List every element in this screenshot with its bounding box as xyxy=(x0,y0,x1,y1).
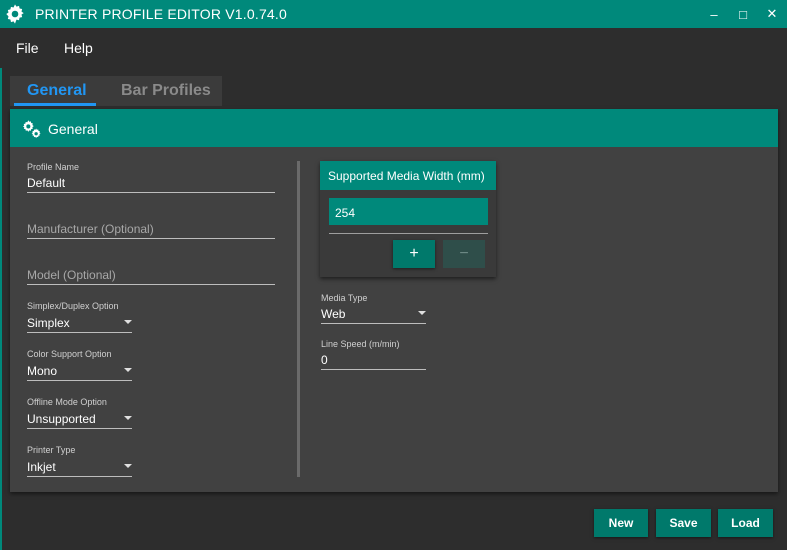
save-button[interactable]: Save xyxy=(656,509,711,537)
close-button[interactable]: ✕ xyxy=(757,0,787,28)
chevron-down-icon[interactable] xyxy=(124,464,132,468)
color-support-label: Color Support Option xyxy=(27,349,112,359)
tab-selected-indicator xyxy=(14,103,96,106)
chevron-down-icon[interactable] xyxy=(124,368,132,372)
profile-name-underline xyxy=(27,192,275,193)
general-card-title: General xyxy=(48,121,98,137)
line-speed-label: Line Speed (m/min) xyxy=(321,339,400,349)
printer-type-select[interactable]: Inkjet xyxy=(27,460,56,474)
window-title: PRINTER PROFILE EDITOR V1.0.74.0 xyxy=(35,6,287,22)
gear-icon xyxy=(6,4,24,24)
profile-name-input[interactable]: Default xyxy=(27,176,65,190)
media-width-item-value: 254 xyxy=(335,206,356,220)
chevron-down-icon[interactable] xyxy=(418,311,426,315)
menu-help[interactable]: Help xyxy=(64,40,93,56)
general-card: General Profile Name Default Manufacture… xyxy=(10,109,778,492)
minus-icon: − xyxy=(459,245,469,262)
offline-mode-label: Offline Mode Option xyxy=(27,397,107,407)
add-media-width-button[interactable]: + xyxy=(393,240,435,268)
menu-file[interactable]: File xyxy=(16,40,39,56)
maximize-icon: □ xyxy=(739,6,747,22)
media-type-underline xyxy=(321,323,426,324)
media-width-title: Supported Media Width (mm) xyxy=(328,169,485,183)
model-underline xyxy=(27,284,275,285)
media-type-label: Media Type xyxy=(321,293,368,303)
remove-media-width-button[interactable]: − xyxy=(443,240,485,268)
title-bar: PRINTER PROFILE EDITOR V1.0.74.0 ‒ □ ✕ xyxy=(0,0,787,28)
profile-name-label: Profile Name xyxy=(27,162,80,172)
plus-icon: + xyxy=(409,245,419,262)
media-type-select[interactable]: Web xyxy=(321,307,345,321)
gears-icon xyxy=(22,120,41,139)
offline-mode-underline xyxy=(27,428,132,429)
media-width-item[interactable]: 254 xyxy=(329,198,488,225)
line-speed-underline xyxy=(321,369,426,370)
printer-type-label: Printer Type xyxy=(27,445,76,455)
tab-general[interactable]: General xyxy=(27,82,87,100)
minimize-button[interactable]: ‒ xyxy=(699,0,729,28)
chevron-down-icon[interactable] xyxy=(124,320,132,324)
maximize-button[interactable]: □ xyxy=(728,0,758,28)
tab-strip: General Bar Profiles xyxy=(10,76,222,106)
menu-bar: File Help xyxy=(0,28,787,68)
window-border xyxy=(0,28,2,550)
media-width-separator xyxy=(329,233,488,234)
color-support-underline xyxy=(27,380,132,381)
general-card-header: General xyxy=(10,109,778,147)
tab-bar-profiles[interactable]: Bar Profiles xyxy=(121,82,211,100)
column-divider[interactable] xyxy=(297,161,300,477)
simplex-duplex-label: Simplex/Duplex Option xyxy=(27,301,119,311)
offline-mode-select[interactable]: Unsupported xyxy=(27,412,96,426)
media-width-header: Supported Media Width (mm) xyxy=(320,161,496,190)
manufacturer-underline xyxy=(27,238,275,239)
line-speed-input[interactable]: 0 xyxy=(321,353,328,367)
close-icon: ✕ xyxy=(766,6,778,21)
color-support-select[interactable]: Mono xyxy=(27,364,57,378)
printer-type-underline xyxy=(27,476,132,477)
new-button[interactable]: New xyxy=(594,509,648,537)
load-button[interactable]: Load xyxy=(718,509,773,537)
media-width-card: Supported Media Width (mm) 254 + − xyxy=(320,161,496,277)
simplex-duplex-select[interactable]: Simplex xyxy=(27,316,70,330)
simplex-duplex-underline xyxy=(27,332,132,333)
minimize-icon: ‒ xyxy=(710,6,718,22)
chevron-down-icon[interactable] xyxy=(124,416,132,420)
manufacturer-input[interactable]: Manufacturer (Optional) xyxy=(27,222,154,236)
model-input[interactable]: Model (Optional) xyxy=(27,268,116,282)
